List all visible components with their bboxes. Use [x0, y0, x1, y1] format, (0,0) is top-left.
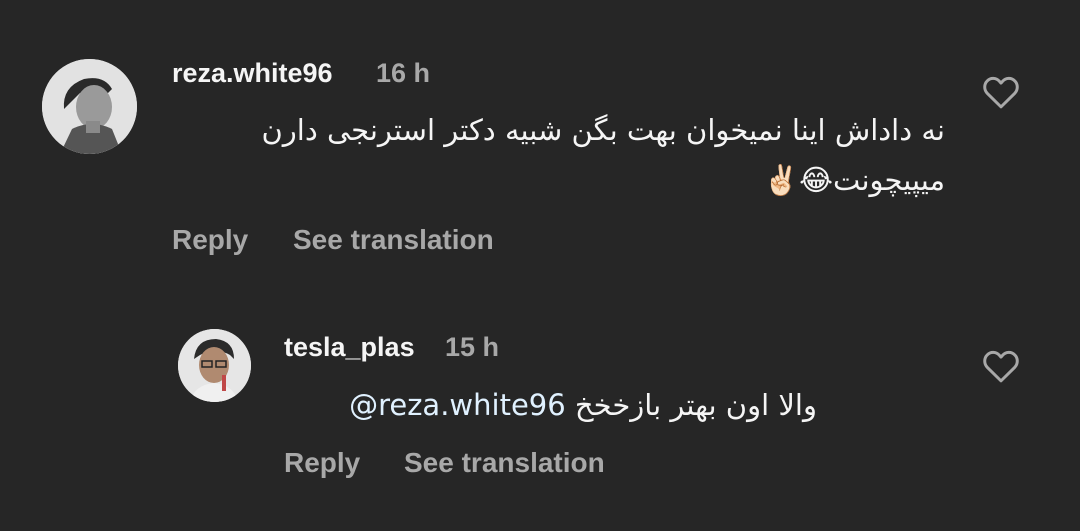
reply-button[interactable]: Reply — [172, 224, 248, 256]
username[interactable]: reza.white96 — [172, 58, 333, 89]
comment-2: tesla_plas 15 h والا اون بهتر بازخخخ @re… — [0, 290, 1080, 531]
comment-text: نه داداش اینا نمیخوان بهت بگن شبیه دکتر … — [170, 105, 945, 205]
avatar[interactable] — [178, 329, 251, 402]
see-translation-button[interactable]: See translation — [293, 224, 494, 256]
avatar[interactable] — [42, 59, 137, 154]
user-photo-icon — [178, 329, 251, 402]
heart-outline-icon[interactable] — [980, 345, 1022, 387]
heart-outline-icon[interactable] — [980, 71, 1022, 113]
timestamp: 16 h — [376, 58, 431, 88]
comment-text: والا اون بهتر بازخخخ @reza.white96 — [282, 380, 817, 430]
reply-button[interactable]: Reply — [284, 447, 360, 479]
comment-text-line: نه داداش اینا نمیخوان بهت بگن شبیه دکتر … — [261, 113, 945, 147]
username[interactable]: tesla_plas — [284, 332, 415, 363]
see-translation-button[interactable]: See translation — [404, 447, 605, 479]
comment-1: reza.white96 16 h نه داداش اینا نمیخوان … — [0, 0, 1080, 280]
comment-text-line: والا اون بهتر بازخخخ — [574, 388, 817, 422]
timestamp: 15 h — [445, 332, 500, 362]
mention-link[interactable]: @reza.white96 — [349, 388, 566, 422]
comment-text-line: میپیچونت😂✌🏻 — [762, 163, 945, 197]
user-photo-icon — [42, 59, 137, 154]
